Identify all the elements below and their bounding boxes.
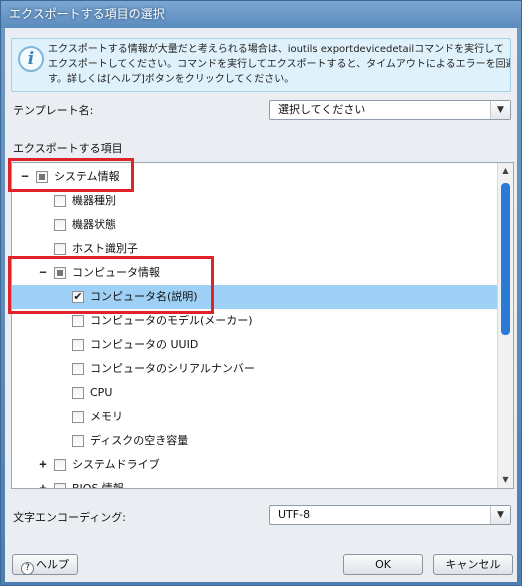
tree-item-label: システム情報 (54, 170, 120, 183)
scrollbar-thumb[interactable] (501, 183, 510, 335)
tree-item[interactable]: ディスクの空き容量 (12, 429, 498, 453)
tree-item[interactable]: ✔ コンピュータ名(説明) (12, 285, 498, 309)
tree-scrollbar[interactable]: ▲ ▼ (497, 163, 513, 488)
tree-item-checkbox[interactable] (54, 483, 66, 488)
export-items-dialog: エクスポートする項目の選択 i エクスポートする情報が大量だと考えられる場合は、… (0, 0, 522, 586)
tree-item-checkbox[interactable] (72, 363, 84, 375)
tree-item[interactable]: − システム情報 (12, 165, 498, 189)
info-message: エクスポートする情報が大量だと考えられる場合は、ioutils exportde… (48, 42, 510, 87)
tree-item-checkbox[interactable] (72, 411, 84, 423)
expand-icon[interactable]: + (38, 453, 48, 477)
tree-item-checkbox[interactable] (72, 339, 84, 351)
template-label: テンプレート名: (13, 104, 94, 117)
tree-item-label: CPU (90, 386, 113, 399)
tree-item-checkbox[interactable] (72, 435, 84, 447)
tree-item[interactable]: コンピュータのモデル(メーカー) (12, 309, 498, 333)
tree-item-label: ホスト識別子 (72, 242, 138, 255)
tree-item[interactable]: 機器種別 (12, 189, 498, 213)
export-items-tree[interactable]: − システム情報機器種別機器状態ホスト識別子 − コンピュータ情報 ✔ コンピュータ名(説… (11, 162, 514, 489)
tree-item[interactable]: コンピュータのシリアルナンバー (12, 357, 498, 381)
tree-item-checkbox[interactable] (54, 243, 66, 255)
help-button[interactable]: ? ヘルプ (12, 554, 78, 575)
expand-icon[interactable]: + (38, 477, 48, 488)
scroll-down-icon[interactable]: ▼ (498, 472, 513, 488)
tree-item-label: コンピュータ情報 (72, 266, 160, 279)
tree-item-checkbox[interactable] (36, 171, 48, 183)
help-icon: ? (21, 562, 34, 575)
title-bar[interactable]: エクスポートする項目の選択 (1, 1, 521, 28)
tree-heading: エクスポートする項目 (13, 142, 123, 155)
tree-item-label: ディスクの空き容量 (90, 434, 189, 447)
tree-item-checkbox[interactable] (54, 459, 66, 471)
ok-button[interactable]: OK (343, 554, 423, 575)
tree-item-label: BIOS 情報 (72, 482, 124, 489)
tree-item-label: システムドライブ (72, 458, 160, 471)
info-banner: i エクスポートする情報が大量だと考えられる場合は、ioutils export… (11, 38, 511, 92)
tree-item-checkbox[interactable] (72, 387, 84, 399)
chevron-down-icon[interactable]: ▼ (490, 101, 510, 119)
encoding-select[interactable]: UTF-8 ▼ (269, 505, 511, 525)
encoding-label: 文字エンコーディング: (13, 511, 126, 524)
info-icon: i (18, 46, 44, 72)
tree-item-label: コンピュータ名(説明) (90, 290, 198, 303)
chevron-down-icon[interactable]: ▼ (490, 506, 510, 524)
tree-item-label: コンピュータのモデル(メーカー) (90, 314, 253, 327)
tree-item-checkbox[interactable] (54, 267, 66, 279)
tree-item-label: 機器状態 (72, 218, 116, 231)
cancel-button[interactable]: キャンセル (433, 554, 513, 575)
tree-item-checkbox[interactable] (72, 315, 84, 327)
dialog-body: i エクスポートする情報が大量だと考えられる場合は、ioutils export… (5, 28, 517, 582)
info-line-1: エクスポートする情報が大量だと考えられる場合は、ioutils exportde… (48, 44, 504, 55)
info-line-2: エクスポートしてください。コマンドを実行してエクスポートすると、タイムアウトによ… (48, 59, 510, 70)
tree-item[interactable]: コンピュータの UUID (12, 333, 498, 357)
tree-item[interactable]: ホスト識別子 (12, 237, 498, 261)
tree-item[interactable]: − コンピュータ情報 (12, 261, 498, 285)
scroll-up-icon[interactable]: ▲ (498, 163, 513, 179)
tree-item-label: コンピュータのシリアルナンバー (90, 362, 255, 375)
template-select[interactable]: 選択してください ▼ (269, 100, 511, 120)
collapse-icon[interactable]: − (20, 165, 30, 189)
collapse-icon[interactable]: − (38, 261, 48, 285)
tree-item[interactable]: 機器状態 (12, 213, 498, 237)
tree-item-label: コンピュータの UUID (90, 338, 199, 351)
help-button-label: ヘルプ (36, 558, 69, 571)
tree-item[interactable]: メモリ (12, 405, 498, 429)
tree-item-checkbox[interactable]: ✔ (72, 291, 84, 303)
window-title: エクスポートする項目の選択 (9, 7, 165, 21)
tree-item[interactable]: + BIOS 情報 (12, 477, 498, 489)
template-value: 選択してください (278, 103, 366, 116)
tree-item[interactable]: CPU (12, 381, 498, 405)
tree-item-label: メモリ (90, 410, 123, 423)
tree-item-checkbox[interactable] (54, 219, 66, 231)
tree-item[interactable]: + システムドライブ (12, 453, 498, 477)
tree-item-checkbox[interactable] (54, 195, 66, 207)
encoding-value: UTF-8 (278, 508, 311, 521)
tree-item-label: 機器種別 (72, 194, 116, 207)
info-line-3: す。詳しくは[ヘルプ]ボタンをクリックしてください。 (48, 74, 295, 85)
